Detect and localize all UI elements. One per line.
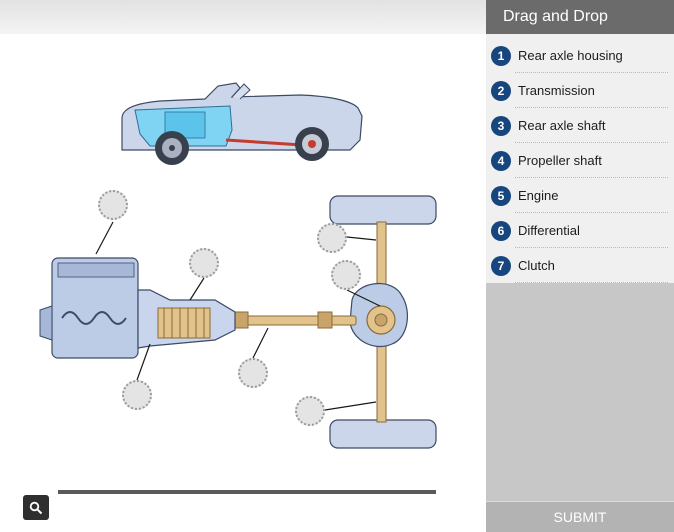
- drag-item-label: Differential: [518, 223, 580, 238]
- diagram-stage: [0, 34, 486, 532]
- drop-zone-4[interactable]: [331, 260, 361, 290]
- magnifier-icon: [29, 501, 43, 514]
- car-illustration: [121, 82, 363, 165]
- progress-bar: [58, 490, 436, 494]
- drop-zone-5[interactable]: [122, 380, 152, 410]
- number-badge: 4: [491, 150, 511, 171]
- drag-item-3[interactable]: 3 Rear axle shaft: [486, 108, 674, 143]
- drag-item-4[interactable]: 4 Propeller shaft: [486, 143, 674, 178]
- drag-item-7[interactable]: 7 Clutch: [486, 248, 674, 283]
- drag-item-2[interactable]: 2 Transmission: [486, 73, 674, 108]
- drag-item-label: Rear axle shaft: [518, 118, 606, 133]
- drag-item-label: Transmission: [518, 83, 595, 98]
- top-bar: [0, 0, 486, 35]
- number-badge: 1: [491, 45, 511, 66]
- drag-item-6[interactable]: 6 Differential: [486, 213, 674, 248]
- drag-item-label: Clutch: [518, 258, 555, 273]
- drag-item-label: Propeller shaft: [518, 153, 602, 168]
- number-badge: 7: [491, 255, 511, 276]
- drag-item-list: 1 Rear axle housing 2 Transmission 3 Rea…: [486, 34, 674, 283]
- drag-item-label: Rear axle housing: [518, 48, 623, 63]
- drag-item-5[interactable]: 5 Engine: [486, 178, 674, 213]
- drop-zone-2[interactable]: [189, 248, 219, 278]
- drivetrain-diagram: [39, 82, 437, 449]
- submit-button[interactable]: SUBMIT: [486, 501, 674, 532]
- drop-zone-7[interactable]: [295, 396, 325, 426]
- propeller-shaft-illustration: [233, 311, 357, 329]
- drag-item-1[interactable]: 1 Rear axle housing: [486, 38, 674, 73]
- number-badge: 2: [491, 80, 511, 101]
- drop-zone-3[interactable]: [317, 223, 347, 253]
- zoom-button[interactable]: [23, 495, 49, 520]
- drag-item-label: Engine: [518, 188, 559, 203]
- drop-zone-1[interactable]: [98, 190, 128, 220]
- panel-title: Drag and Drop: [486, 0, 674, 34]
- number-badge: 6: [491, 220, 511, 241]
- number-badge: 5: [491, 185, 511, 206]
- number-badge: 3: [491, 115, 511, 136]
- drag-drop-panel: Drag and Drop 1 Rear axle housing 2 Tran…: [486, 0, 674, 532]
- drop-zone-6[interactable]: [238, 358, 268, 388]
